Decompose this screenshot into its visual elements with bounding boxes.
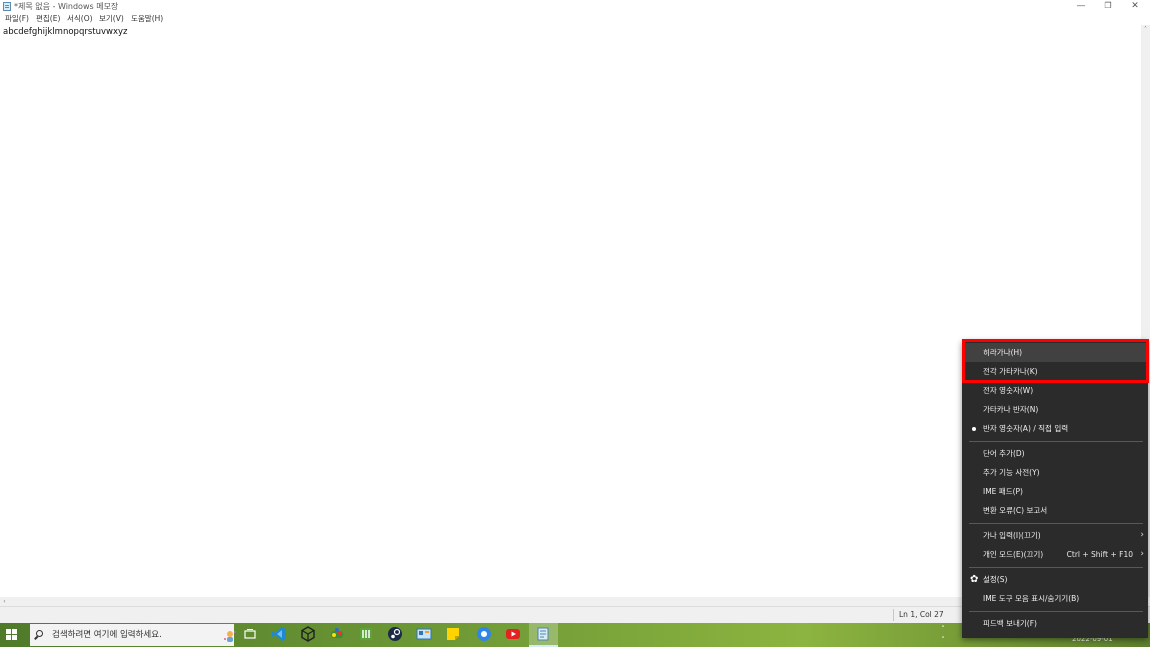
menu-item-shortcut: Ctrl + Shift + F10 [1066, 550, 1133, 559]
chrome-remote-icon[interactable] [476, 626, 492, 642]
menu-item-label: 단어 추가(D) [983, 449, 1025, 458]
minimize-button[interactable]: — [1067, 0, 1095, 13]
control-panel-icon[interactable] [416, 626, 432, 642]
close-button[interactable]: ✕ [1121, 0, 1149, 13]
menu-separator [969, 567, 1143, 568]
menu-item-addon-dictionary[interactable]: 추가 기능 사전(Y) [962, 463, 1148, 482]
menu-help[interactable]: 도움말(H) [131, 13, 163, 25]
menu-item-label: 설정(S) [983, 575, 1008, 584]
unity-icon[interactable] [300, 626, 316, 642]
editor-content: abcdefghijklmnopqrstuvwxyz [3, 27, 128, 37]
menu-item-ime-pad[interactable]: IME 패드(P) [962, 482, 1148, 501]
submenu-arrow-icon: › [1140, 549, 1144, 559]
taskbar-notepad-active[interactable] [529, 623, 558, 647]
tray-expand-icon[interactable]: ˄ [939, 624, 947, 635]
menu-separator [969, 523, 1143, 524]
ime-context-menu: 히라가나(H) 전각 가타카나(K) 전자 영숫자(W) 가타카나 반자(N) … [962, 340, 1148, 638]
notepad-taskbar-icon [537, 627, 549, 641]
menu-item-settings[interactable]: ✿ 설정(S) [962, 570, 1148, 589]
taskbar-search-box[interactable]: 검색하려면 여기에 입력하세요. [30, 624, 236, 646]
menu-item-send-feedback[interactable]: 피드백 보내기(F) [962, 614, 1148, 633]
menu-item-label: 가나 입력(I)(끄기) [983, 531, 1041, 540]
menu-format[interactable]: 서식(O) [67, 13, 93, 25]
menu-item-label: 전자 영숫자(W) [983, 386, 1034, 395]
menu-bar: 파일(F) 편집(E) 서식(O) 보기(V) 도움말(H) [0, 13, 1150, 25]
menu-item-label: IME 도구 모음 표시/숨기기(B) [983, 594, 1080, 603]
menu-edit[interactable]: 편집(E) [36, 13, 60, 25]
scroll-up-icon[interactable]: ˄ [1141, 25, 1150, 34]
menu-item-halfwidth-katakana[interactable]: 가타카나 반자(N) [962, 400, 1148, 419]
sticky-notes-icon[interactable] [445, 626, 461, 642]
coding-app-icon[interactable] [358, 626, 374, 642]
task-view-icon[interactable] [242, 626, 258, 642]
restore-button[interactable]: ❐ [1094, 0, 1122, 13]
menu-separator [969, 441, 1143, 442]
menu-item-conversion-error-report[interactable]: 변환 오류(C) 보고서 [962, 501, 1148, 520]
scroll-left-icon[interactable]: ‹ [0, 597, 9, 606]
menu-item-add-word[interactable]: 단어 추가(D) [962, 444, 1148, 463]
menu-item-label: 피드백 보내기(F) [983, 619, 1037, 628]
menu-item-label: 추가 기능 사전(Y) [983, 468, 1040, 477]
menu-item-label: 변환 오류(C) 보고서 [983, 506, 1048, 515]
gamemaker-icon[interactable] [329, 626, 345, 642]
search-placeholder: 검색하려면 여기에 입력하세요. [52, 630, 162, 640]
menu-view[interactable]: 보기(V) [99, 13, 124, 25]
search-highlight-icon [224, 631, 236, 642]
title-bar: *제목 없음 - Windows 메모장 — ❐ ✕ [0, 0, 1150, 13]
menu-item-label: IME 패드(P) [983, 487, 1023, 496]
tray-collapse-icon[interactable]: ˅ [939, 635, 947, 646]
highlight-box [962, 339, 1149, 383]
windows-start-icon[interactable] [6, 629, 18, 641]
menu-item-label: 가타카나 반자(N) [983, 405, 1039, 414]
cursor-position: Ln 1, Col 27 [899, 610, 944, 619]
menu-item-fullwidth-alphanumeric[interactable]: 전자 영숫자(W) [962, 381, 1148, 400]
gear-icon: ✿ [970, 574, 979, 585]
vscode-icon[interactable] [271, 626, 287, 642]
menu-item-label: 반자 영숫자(A) / 직접 입력 [983, 424, 1069, 433]
window-title: *제목 없음 - Windows 메모장 [14, 2, 119, 11]
menu-item-label: 개인 모드(E)(끄기) [983, 550, 1044, 559]
menu-file[interactable]: 파일(F) [5, 13, 29, 25]
menu-item-private-mode[interactable]: 개인 모드(E)(끄기) Ctrl + Shift + F10 › [962, 545, 1148, 564]
status-divider [893, 609, 894, 621]
search-icon [36, 630, 43, 637]
submenu-arrow-icon: › [1140, 530, 1144, 540]
menu-item-halfwidth-alphanumeric[interactable]: 반자 영숫자(A) / 직접 입력 [962, 419, 1148, 438]
youtube-icon[interactable] [505, 626, 521, 642]
menu-item-kana-input[interactable]: 가나 입력(I)(끄기) › [962, 526, 1148, 545]
menu-item-toggle-toolbar[interactable]: IME 도구 모음 표시/숨기기(B) [962, 589, 1148, 608]
notepad-icon [3, 2, 11, 11]
menu-separator [969, 611, 1143, 612]
steam-icon[interactable] [387, 626, 403, 642]
selected-bullet-icon [972, 427, 976, 431]
